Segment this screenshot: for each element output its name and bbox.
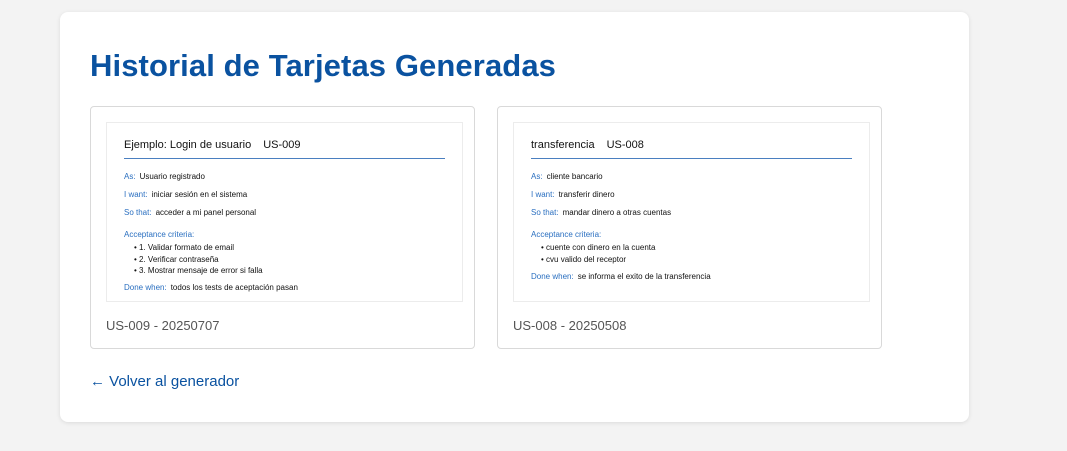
i-want-label: I want:	[124, 190, 148, 199]
acceptance-criteria-list: cuente con dinero en la cuenta cvu valid…	[541, 242, 655, 265]
done-when-label: Done when:	[531, 272, 574, 281]
as-value: cliente bancario	[546, 172, 603, 181]
so-that-label: So that:	[531, 208, 559, 217]
so-that-row: So that: acceder a mi panel personal	[124, 208, 256, 217]
i-want-row: I want: transferir dinero	[531, 190, 615, 199]
so-that-row: So that: mandar dinero a otras cuentas	[531, 208, 671, 217]
back-to-generator-link[interactable]: ← Volver al generador	[90, 373, 239, 390]
so-that-value: acceder a mi panel personal	[155, 208, 257, 217]
story-id: US-008	[606, 139, 644, 151]
as-row: As: cliente bancario	[531, 172, 603, 181]
story-title: transferencia	[531, 139, 595, 151]
story-id: US-009	[263, 139, 301, 151]
done-when-value: se informa el exito de la transferencia	[577, 272, 711, 281]
criteria-item: 2. Verificar contraseña	[134, 254, 263, 266]
i-want-value: iniciar sesión en el sistema	[151, 190, 248, 199]
done-when-row: Done when: todos los tests de aceptación …	[124, 283, 298, 292]
card-caption: US-009 - 20250707	[106, 318, 220, 333]
so-that-value: mandar dinero a otras cuentas	[562, 208, 672, 217]
as-label: As:	[531, 172, 543, 181]
done-when-row: Done when: se informa el exito de la tran…	[531, 272, 711, 281]
done-when-label: Done when:	[124, 283, 167, 292]
acceptance-criteria-list: 1. Validar formato de email 2. Verificar…	[134, 242, 263, 277]
page-title: Historial de Tarjetas Generadas	[90, 48, 556, 83]
criteria-item: 3. Mostrar mensaje de error si falla	[134, 265, 263, 277]
acceptance-criteria-label: Acceptance criteria:	[531, 230, 602, 239]
criteria-item: cuente con dinero en la cuenta	[541, 242, 655, 254]
story-title: Ejemplo: Login de usuario	[124, 139, 252, 151]
as-label: As:	[124, 172, 136, 181]
history-card[interactable]: Ejemplo: Login de usuario US-009 As: Usuar…	[90, 106, 475, 349]
criteria-item: cvu valido del receptor	[541, 254, 655, 266]
criteria-item: 1. Validar formato de email	[134, 242, 263, 254]
done-when-value: todos los tests de aceptación pasan	[170, 283, 298, 292]
so-that-label: So that:	[124, 208, 152, 217]
i-want-label: I want:	[531, 190, 555, 199]
header-divider	[124, 158, 445, 159]
i-want-value: transferir dinero	[558, 190, 615, 199]
as-row: As: Usuario registrado	[124, 172, 205, 181]
as-value: Usuario registrado	[139, 172, 205, 181]
header-divider	[531, 158, 852, 159]
history-panel: Historial de Tarjetas Generadas Ejemplo:…	[60, 12, 969, 422]
card-thumbnail[interactable]: Ejemplo: Login de usuario US-009 As: Usuar…	[106, 122, 463, 302]
card-thumbnail[interactable]: transferencia US-008 As: cliente bancario …	[513, 122, 870, 302]
story-header: transferencia US-008	[531, 139, 644, 151]
acceptance-criteria-label: Acceptance criteria:	[124, 230, 195, 239]
story-header: Ejemplo: Login de usuario US-009	[124, 139, 301, 151]
card-caption: US-008 - 20250508	[513, 318, 627, 333]
history-card[interactable]: transferencia US-008 As: cliente bancario …	[497, 106, 882, 349]
i-want-row: I want: iniciar sesión en el sistema	[124, 190, 247, 199]
